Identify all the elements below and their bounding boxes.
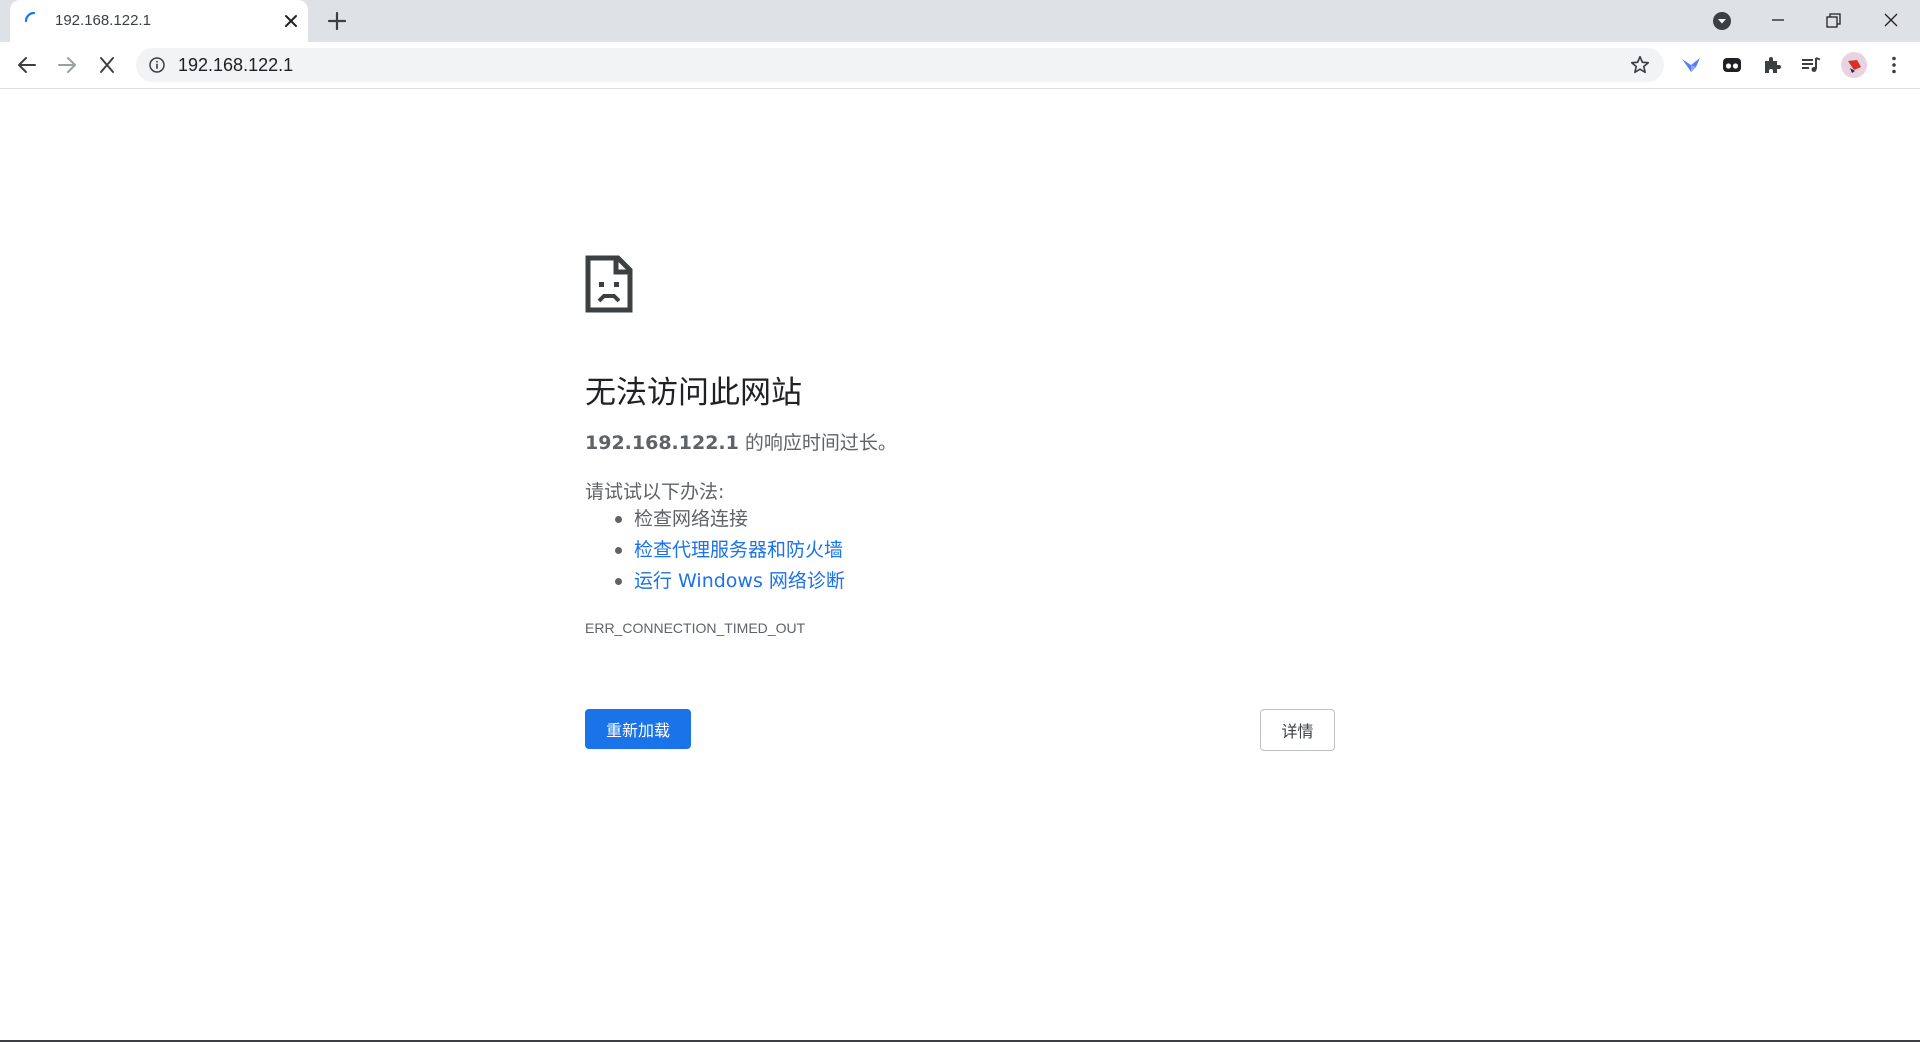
tab-search-button[interactable] xyxy=(1707,6,1737,36)
suggestions-heading: 请试试以下办法: xyxy=(585,481,725,503)
address-bar[interactable]: 192.168.122.1 xyxy=(136,48,1664,82)
more-vertical-icon xyxy=(1892,56,1896,74)
url-text[interactable]: 192.168.122.1 xyxy=(178,55,293,76)
media-controls-button[interactable] xyxy=(1797,51,1825,79)
extension-button[interactable] xyxy=(1677,51,1705,79)
stop-x-icon xyxy=(100,57,114,73)
error-title: 无法访问此网站 xyxy=(585,375,802,411)
restore-button[interactable] xyxy=(1818,6,1848,36)
browser-toolbar: 192.168.122.1 xyxy=(0,42,1920,89)
reload-button[interactable]: 重新加载 xyxy=(585,709,691,749)
suggestion-run-diagnostics-link[interactable]: 运行 Windows 网络诊断 xyxy=(585,568,845,599)
minimize-icon xyxy=(1772,19,1784,21)
extensions-menu-button[interactable] xyxy=(1758,51,1786,79)
browser-tab[interactable]: 192.168.122.1 xyxy=(10,0,308,42)
loading-spinner-icon xyxy=(24,11,36,23)
mask-extension-icon xyxy=(1723,58,1741,72)
chevron-down-circle-icon xyxy=(1713,12,1731,30)
new-tab-button[interactable] xyxy=(326,10,348,32)
close-tab-icon[interactable] xyxy=(282,12,300,30)
restore-icon xyxy=(1826,13,1841,28)
forward-button[interactable] xyxy=(52,50,82,80)
info-icon[interactable] xyxy=(148,56,166,74)
extension-button[interactable] xyxy=(1718,51,1746,79)
arrow-left-icon xyxy=(18,57,36,73)
close-window-button[interactable] xyxy=(1876,6,1906,36)
suggestion-check-proxy-link[interactable]: 检查代理服务器和防火墙 xyxy=(585,537,845,568)
playlist-music-icon xyxy=(1802,57,1821,72)
tab-strip: 192.168.122.1 xyxy=(0,0,1920,42)
close-icon xyxy=(1884,13,1898,27)
suggestion-check-network: 检查网络连接 xyxy=(585,506,845,537)
minimize-button[interactable] xyxy=(1763,6,1793,36)
avatar-icon xyxy=(1841,52,1867,78)
error-code: ERR_CONNECTION_TIMED_OUT xyxy=(585,620,806,636)
stop-loading-button[interactable] xyxy=(92,50,122,80)
puzzle-icon xyxy=(1765,57,1781,73)
sad-page-icon xyxy=(585,255,633,313)
profile-avatar[interactable] xyxy=(1841,52,1867,78)
back-button[interactable] xyxy=(12,50,42,80)
bird-extension-icon xyxy=(1682,58,1700,72)
error-message: 192.168.122.1 的响应时间过长。 xyxy=(585,428,897,455)
arrow-right-icon xyxy=(58,57,76,73)
suggestions-list: 检查网络连接 检查代理服务器和防火墙 运行 Windows 网络诊断 xyxy=(585,506,845,599)
bookmark-star-icon[interactable] xyxy=(1629,54,1651,76)
error-message-text: 的响应时间过长。 xyxy=(738,432,897,454)
details-button[interactable]: 详情 xyxy=(1260,709,1335,751)
error-host: 192.168.122.1 xyxy=(585,432,739,454)
browser-menu-button[interactable] xyxy=(1880,51,1908,79)
tab-title: 192.168.122.1 xyxy=(55,12,151,29)
